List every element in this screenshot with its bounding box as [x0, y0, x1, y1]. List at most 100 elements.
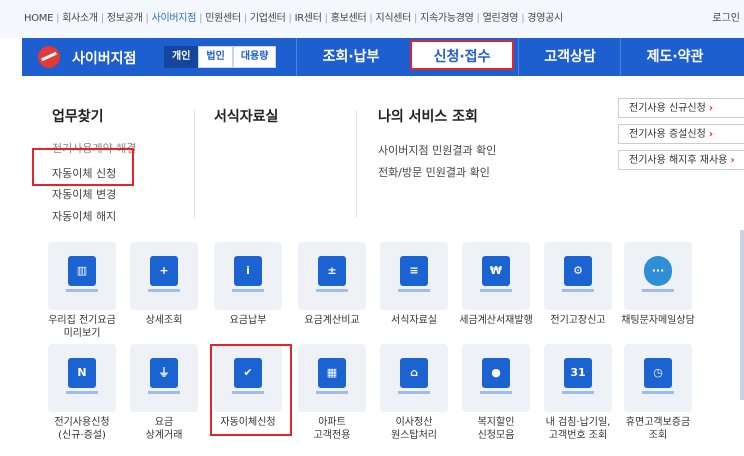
nav-customer-support[interactable]: 고객상담 — [520, 38, 620, 76]
scrollbar[interactable] — [740, 230, 744, 400]
service-tile-label[interactable]: 복지할인 신청모음 — [456, 416, 536, 442]
tile-underline — [148, 391, 180, 394]
arrow-right-icon: › — [730, 155, 735, 166]
service-tile[interactable]: i — [214, 242, 282, 310]
col-title-forms[interactable]: 서식자료실 — [214, 106, 278, 126]
service-tile[interactable]: N — [48, 344, 116, 412]
tile-underline — [148, 289, 180, 292]
service-tile[interactable]: ⚙ — [544, 242, 612, 310]
column-divider — [194, 110, 195, 218]
menu-link-autopay-change[interactable]: 자동이체 변경 — [52, 186, 116, 202]
apartment-icon: ▦ — [318, 358, 346, 388]
highlight-box — [32, 148, 134, 186]
service-tile[interactable]: 31 — [544, 344, 612, 412]
link-separator: | — [199, 13, 203, 24]
wrench-icon: ⚙ — [564, 256, 592, 286]
service-tile-label[interactable]: 우리집 전기요금 미리보기 — [42, 314, 122, 340]
magnify-book-icon: + — [150, 256, 178, 286]
service-tile-label[interactable]: 전기고장신고 — [538, 314, 618, 327]
service-tile-label[interactable]: 서식자료실 — [374, 314, 454, 327]
quick-new-service-button[interactable]: 전기사용 신규신청 › — [618, 98, 744, 118]
top-link[interactable]: 회사소개 — [62, 13, 98, 24]
service-tile-label[interactable]: 이사정산 원스탑처리 — [374, 416, 454, 442]
nav-policy[interactable]: 제도·약관 — [622, 38, 728, 76]
menu-link-visit-result[interactable]: 전화/방문 민원결과 확인 — [378, 164, 490, 180]
tile-underline — [398, 289, 430, 292]
top-link[interactable]: 열린경영 — [483, 13, 519, 24]
arrow-right-icon: › — [708, 103, 714, 114]
service-tile[interactable]: ⌂ — [380, 344, 448, 412]
quick-label: 전기사용 해지후 재사용 — [629, 155, 728, 166]
top-link[interactable]: 경영공시 — [527, 13, 563, 24]
service-tile[interactable]: ± — [298, 242, 366, 310]
house-icon: ⌂ — [400, 358, 428, 388]
tile-underline — [562, 391, 594, 394]
quick-increase-button[interactable]: 전기사용 증설신청 › — [618, 124, 744, 144]
top-link[interactable]: 지속가능경영 — [420, 13, 474, 24]
top-link[interactable]: HOME — [24, 13, 53, 24]
service-tile-label[interactable]: 아파트 고객전용 — [292, 416, 372, 442]
login-link[interactable]: 로그인 — [712, 9, 740, 24]
link-separator: | — [414, 13, 418, 24]
service-tile-label[interactable]: 요금계산비교 — [292, 314, 372, 327]
service-tile[interactable]: ⏚ — [130, 344, 198, 412]
person-card-icon: ● — [482, 358, 510, 388]
top-link[interactable]: 사이버지점 — [152, 13, 197, 24]
link-separator: | — [324, 13, 328, 24]
highlight-box — [210, 344, 292, 436]
quick-label: 전기사용 증설신청 — [629, 129, 706, 140]
service-tile[interactable]: ◷ — [624, 344, 692, 412]
nav-inquiry-payment[interactable]: 조회·납부 — [298, 38, 404, 76]
calculator-icon: ± — [318, 256, 346, 286]
nav-divider — [620, 38, 621, 76]
brand-title[interactable]: 사이버지점 — [72, 48, 136, 68]
link-separator: | — [243, 13, 247, 24]
service-tile[interactable]: ··· — [624, 242, 692, 310]
service-tile-label[interactable]: 상세조회 — [124, 314, 204, 327]
service-tile[interactable]: ▦ — [298, 344, 366, 412]
service-tile[interactable]: + — [130, 242, 198, 310]
nav-divider — [518, 38, 519, 76]
tile-underline — [316, 289, 348, 292]
info-book-icon: i — [234, 256, 262, 286]
menu-link-autopay-cancel[interactable]: 자동이체 해지 — [52, 208, 116, 224]
link-separator: | — [476, 13, 480, 24]
service-tile-label[interactable]: 휴면고객보증금 조회 — [618, 416, 698, 442]
quick-reuse-button[interactable]: 전기사용 해지후 재사용 › — [618, 150, 744, 170]
mega-menu: 업무찾기 전기사용계약 해결 자동이체 신청 자동이체 변경 자동이체 해지 서… — [22, 76, 744, 226]
tab-personal[interactable]: 개인 — [164, 46, 199, 68]
service-tile-label[interactable]: 요금납부 — [208, 314, 288, 327]
link-separator: | — [145, 13, 149, 24]
plug-icon: ⏚ — [150, 358, 178, 388]
link-separator: | — [100, 13, 104, 24]
service-tile-label[interactable]: 세금계산서재발행 — [456, 314, 536, 327]
top-link[interactable]: 민원센터 — [205, 13, 241, 24]
menu-link-cyber-result[interactable]: 사이버지점 민원결과 확인 — [378, 142, 496, 158]
service-tile-label[interactable]: 내 검침·납기일, 고객번호 조회 — [538, 416, 618, 442]
service-tile-label[interactable]: 채팅문자메일상담 — [618, 314, 698, 327]
service-tile-label[interactable]: 전기사용신청 (신규·증설) — [42, 416, 122, 442]
top-link[interactable]: 지식센터 — [375, 13, 411, 24]
form-list-icon: ≡ — [400, 256, 428, 286]
column-divider — [356, 110, 357, 218]
link-separator: | — [56, 13, 60, 24]
tile-underline — [66, 289, 98, 292]
deposit-icon: ◷ — [644, 358, 672, 388]
tile-underline — [480, 391, 512, 394]
tab-corporate[interactable]: 법인 — [198, 46, 233, 68]
top-link[interactable]: 기업센터 — [250, 13, 286, 24]
link-separator: | — [369, 13, 373, 24]
customer-type-tabs: 개인 법인 대용량 — [164, 46, 277, 68]
quick-label: 전기사용 신규신청 — [629, 103, 706, 114]
tab-bulk[interactable]: 대용량 — [232, 46, 277, 68]
top-link[interactable]: 홍보센터 — [331, 13, 367, 24]
service-tile[interactable]: ₩ — [462, 242, 530, 310]
service-tile-label[interactable]: 요금 상계거래 — [124, 416, 204, 442]
service-tile[interactable]: ≡ — [380, 242, 448, 310]
service-tile[interactable]: ▥ — [48, 242, 116, 310]
top-link[interactable]: IR센터 — [295, 13, 322, 24]
nav-divider — [296, 38, 297, 76]
top-link[interactable]: 정보공개 — [107, 13, 143, 24]
service-tile[interactable]: ● — [462, 344, 530, 412]
nav-application[interactable]: 신청·접수 — [410, 40, 514, 70]
